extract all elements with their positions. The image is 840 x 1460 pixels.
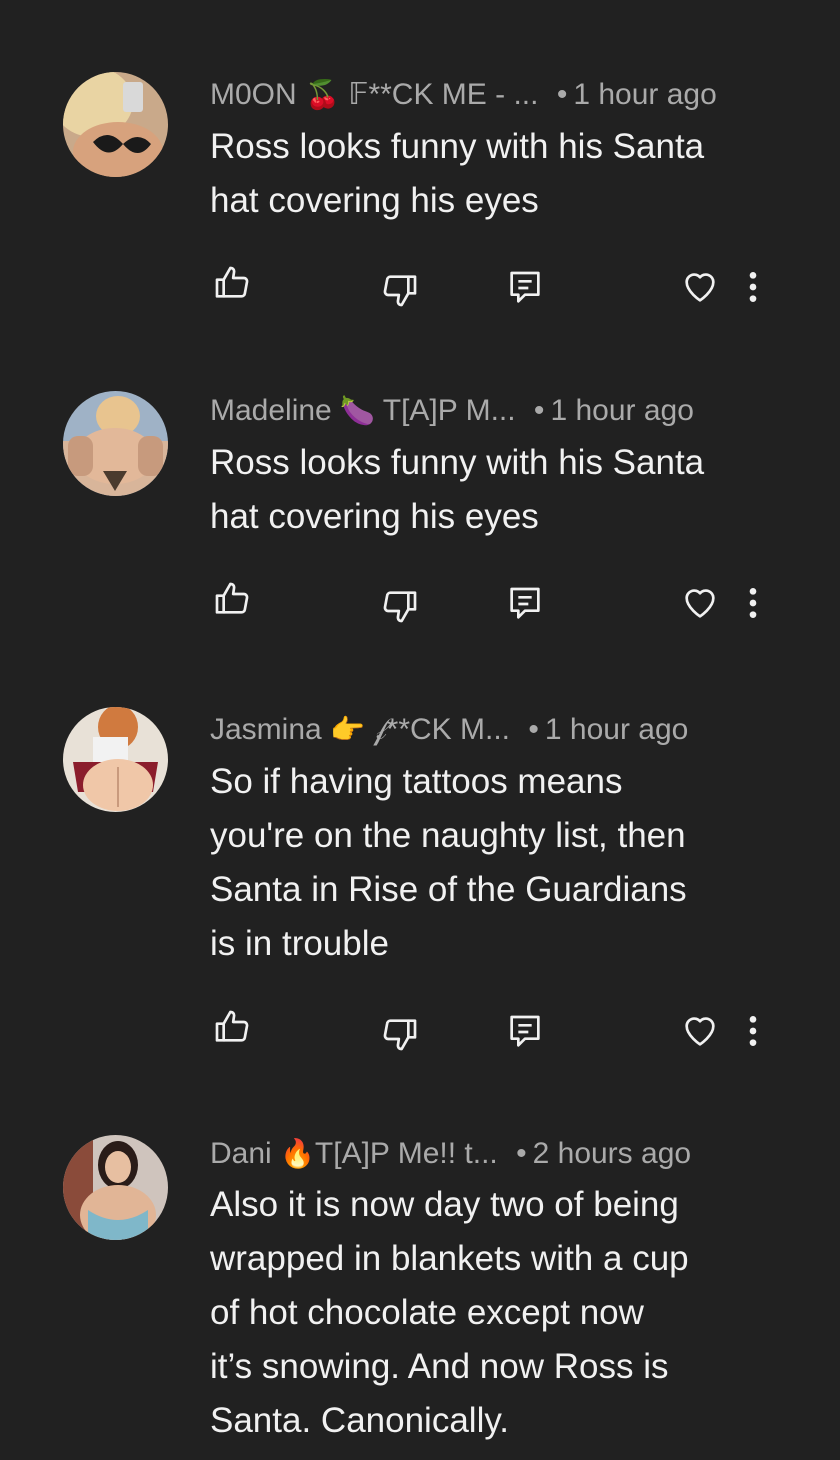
thumbs-down-icon (383, 591, 417, 623)
thumbs-up-icon (215, 266, 249, 298)
comment-text: So if having tattoos means you're on the… (210, 755, 770, 971)
comment-text-line: Santa. Canonically. (210, 1401, 509, 1440)
reply-button[interactable] (505, 584, 545, 624)
comment-text-line: is in trouble (210, 924, 389, 963)
comment-text-line: Santa in Rise of the Guardians (210, 870, 687, 909)
author-suffix[interactable]: 𝒻**CK M... (373, 713, 510, 746)
heart-icon (685, 589, 715, 618)
comment-text-line: hat covering his eyes (210, 181, 539, 220)
comment-time[interactable]: 2 hours ago (533, 1137, 691, 1170)
author-suffix[interactable]: T[A]P M... (383, 394, 516, 427)
more-vert-icon (749, 272, 757, 302)
meta-separator: • (516, 1137, 527, 1170)
comment-meta: M0ON 🍒 𝔽**CK ME - ... • 1 hour ago (210, 73, 730, 117)
meta-separator: • (533, 394, 545, 427)
reply-button[interactable] (505, 268, 545, 308)
comment-meta: Jasmina 👉 𝒻**CK M... • 1 hour ago (210, 708, 730, 752)
heart-button[interactable] (680, 267, 720, 307)
author-emoji: 🍆 (340, 395, 375, 426)
more-options-button[interactable] (733, 267, 773, 307)
comment-text-line: it’s snowing. And now Ross is (210, 1347, 669, 1386)
reply-icon (510, 271, 540, 303)
author-name[interactable]: Madeline (210, 394, 332, 427)
comment-text-line: Ross looks funny with his Santa (210, 443, 705, 482)
comment-time[interactable]: 1 hour ago (573, 78, 716, 111)
meta-separator: • (528, 713, 539, 746)
thumbs-down-icon (383, 275, 417, 307)
reply-icon (510, 1015, 540, 1047)
author-suffix[interactable]: 𝔽**CK ME - ... (348, 78, 538, 111)
author-emoji: 👉 (330, 714, 365, 745)
like-button[interactable] (212, 579, 252, 619)
avatar[interactable] (63, 391, 168, 496)
dislike-button[interactable] (380, 1014, 420, 1054)
comment-time[interactable]: 1 hour ago (545, 713, 688, 746)
thumbs-up-icon (215, 582, 249, 614)
reply-icon (510, 587, 540, 619)
heart-icon (685, 273, 715, 302)
dislike-button[interactable] (380, 586, 420, 626)
avatar[interactable] (63, 1135, 168, 1240)
avatar[interactable] (63, 707, 168, 812)
comment-text: Ross looks funny with his Santa hat cove… (210, 120, 770, 228)
author-name[interactable]: Dani (210, 1137, 272, 1170)
more-vert-icon (749, 1016, 757, 1046)
author-suffix[interactable]: T[A]P Me!! t... (315, 1137, 498, 1170)
comment-meta: Madeline 🍆 T[A]P M... • 1 hour ago (210, 389, 730, 433)
comment-text-line: wrapped in blankets with a cup (210, 1239, 689, 1278)
heart-button[interactable] (680, 1011, 720, 1051)
comment-text-line: of hot chocolate except now (210, 1293, 644, 1332)
more-options-button[interactable] (733, 583, 773, 623)
author-name[interactable]: M0ON (210, 78, 297, 111)
comment-meta: Dani 🔥T[A]P Me!! t... • 2 hours ago (210, 1132, 730, 1176)
author-emoji: 🍒 (305, 79, 340, 110)
meta-separator: • (556, 78, 568, 111)
comment-text-line: Also it is now day two of being (210, 1185, 679, 1224)
comment-text-line: Ross looks funny with his Santa (210, 127, 705, 166)
comment-text-line: So if having tattoos means (210, 762, 623, 801)
thumbs-down-icon (383, 1019, 417, 1051)
comment-text: Ross looks funny with his Santa hat cove… (210, 436, 770, 544)
author-name[interactable]: Jasmina (210, 713, 322, 746)
heart-icon (685, 1017, 715, 1046)
comment-time[interactable]: 1 hour ago (550, 394, 693, 427)
like-button[interactable] (212, 1007, 252, 1047)
comment-text-line: hat covering his eyes (210, 497, 539, 536)
comment-text-line: you're on the naughty list, then (210, 816, 686, 855)
like-button[interactable] (212, 263, 252, 303)
reply-button[interactable] (505, 1012, 545, 1052)
more-vert-icon (749, 588, 757, 618)
avatar[interactable] (63, 72, 168, 177)
heart-button[interactable] (680, 583, 720, 623)
comment-text: Also it is now day two of being wrapped … (210, 1178, 770, 1448)
author-emoji: 🔥 (280, 1138, 315, 1169)
thumbs-up-icon (215, 1010, 249, 1042)
more-options-button[interactable] (733, 1011, 773, 1051)
dislike-button[interactable] (380, 270, 420, 310)
